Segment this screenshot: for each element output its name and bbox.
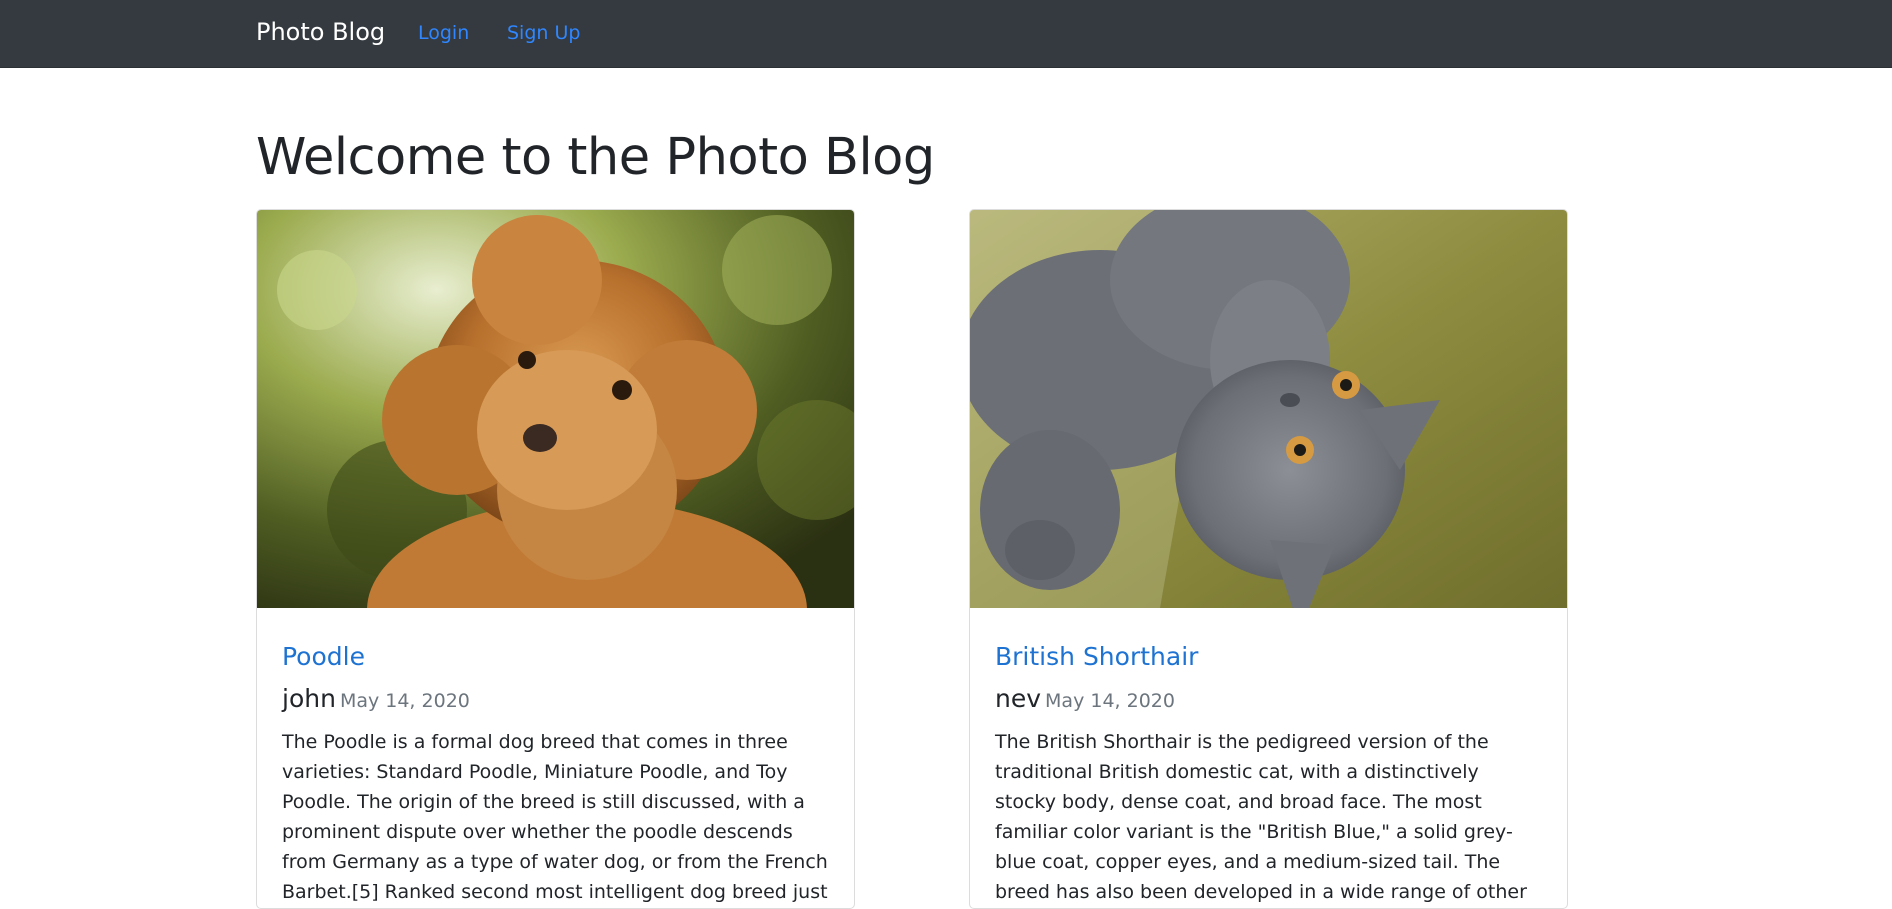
post-card: British Shorthair nev May 14, 2020 The Br… xyxy=(969,209,1568,909)
top-navbar: Photo Blog Login Sign Up xyxy=(0,0,1892,68)
post-meta: nev May 14, 2020 xyxy=(995,684,1175,713)
post-author[interactable]: nev xyxy=(995,684,1041,713)
login-link[interactable]: Login xyxy=(418,22,469,44)
post-card-body: Poodle john May 14, 2020 The Poodle is a … xyxy=(257,608,854,908)
post-author[interactable]: john xyxy=(282,684,336,713)
post-card: Poodle john May 14, 2020 The Poodle is a … xyxy=(256,209,855,909)
post-text: The Poodle is a formal dog breed that co… xyxy=(282,731,828,903)
post-title-link[interactable]: British Shorthair xyxy=(995,642,1198,671)
post-card-body: British Shorthair nev May 14, 2020 The Br… xyxy=(970,608,1567,908)
post-text: The British Shorthair is the pedigreed v… xyxy=(995,731,1527,903)
page-title: Welcome to the Photo Blog xyxy=(256,128,935,187)
sign-up-link[interactable]: Sign Up xyxy=(507,22,580,44)
poodle-image[interactable] xyxy=(257,210,854,608)
post-date: May 14, 2020 xyxy=(1045,690,1175,712)
british-shorthair-image[interactable] xyxy=(970,210,1567,608)
post-meta: john May 14, 2020 xyxy=(282,684,470,713)
brand-link[interactable]: Photo Blog xyxy=(256,18,385,46)
post-date: May 14, 2020 xyxy=(339,690,470,712)
post-title-link[interactable]: Poodle xyxy=(282,642,365,671)
